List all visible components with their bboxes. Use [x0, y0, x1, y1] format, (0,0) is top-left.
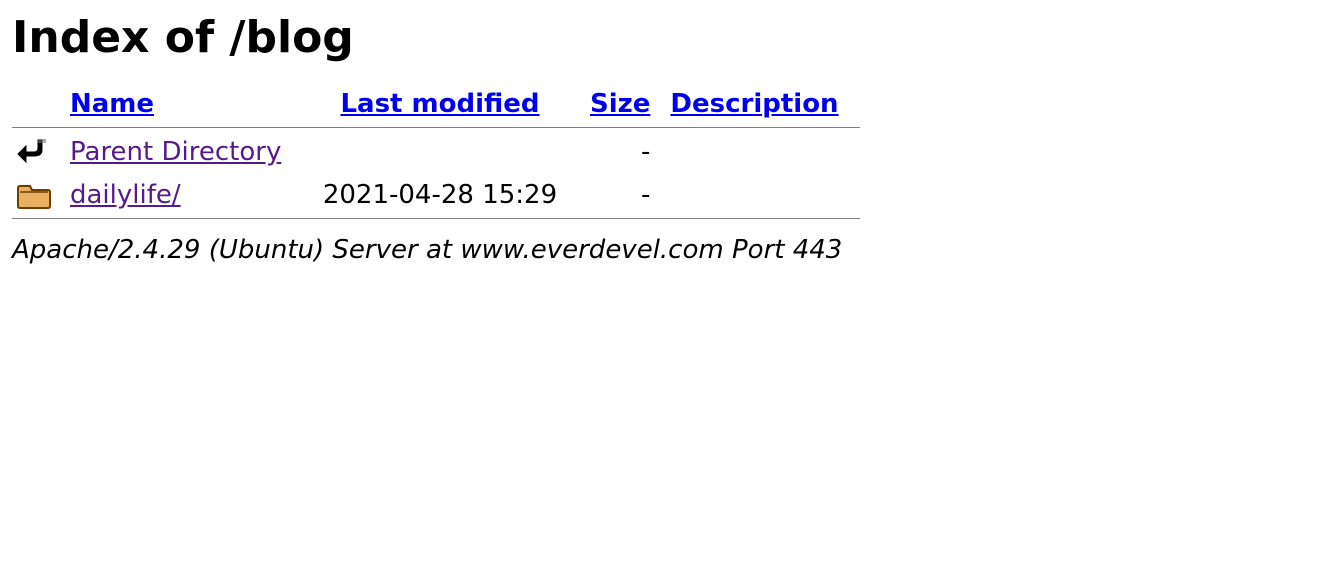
server-signature: Apache/2.4.29 (Ubuntu) Server at www.eve…	[12, 235, 1318, 265]
header-size: Size	[580, 83, 660, 125]
table-row: dailylife/ 2021-04-28 15:29 -	[12, 174, 860, 216]
back-icon	[16, 134, 58, 170]
page-title: Index of /blog	[12, 12, 1318, 63]
header-name: Name	[60, 83, 300, 125]
directory-listing: Name Last modified Size Description Pare…	[12, 83, 860, 221]
folder-icon	[16, 180, 58, 210]
row-name-cell: dailylife/	[60, 174, 300, 216]
header-last-modified: Last modified	[300, 83, 580, 125]
header-row: Name Last modified Size Description	[12, 83, 860, 125]
row-icon-cell	[12, 174, 60, 216]
header-icon	[12, 83, 60, 125]
row-size-cell: -	[580, 174, 660, 216]
row-size-cell: -	[580, 130, 660, 174]
sort-by-description[interactable]: Description	[670, 89, 838, 119]
directory-link[interactable]: dailylife/	[70, 180, 181, 210]
sort-by-last-modified[interactable]: Last modified	[340, 89, 539, 119]
sort-by-size[interactable]: Size	[590, 89, 650, 119]
row-modified-cell	[300, 130, 580, 174]
row-icon-cell	[12, 130, 60, 174]
sort-by-name[interactable]: Name	[70, 89, 154, 119]
row-name-cell: Parent Directory	[60, 130, 300, 174]
header-description: Description	[660, 83, 860, 125]
parent-directory-link[interactable]: Parent Directory	[70, 137, 281, 167]
divider	[12, 218, 860, 219]
row-description-cell	[660, 174, 860, 216]
row-modified-cell: 2021-04-28 15:29	[300, 174, 580, 216]
table-row: Parent Directory -	[12, 130, 860, 174]
row-description-cell	[660, 130, 860, 174]
divider	[12, 127, 860, 128]
